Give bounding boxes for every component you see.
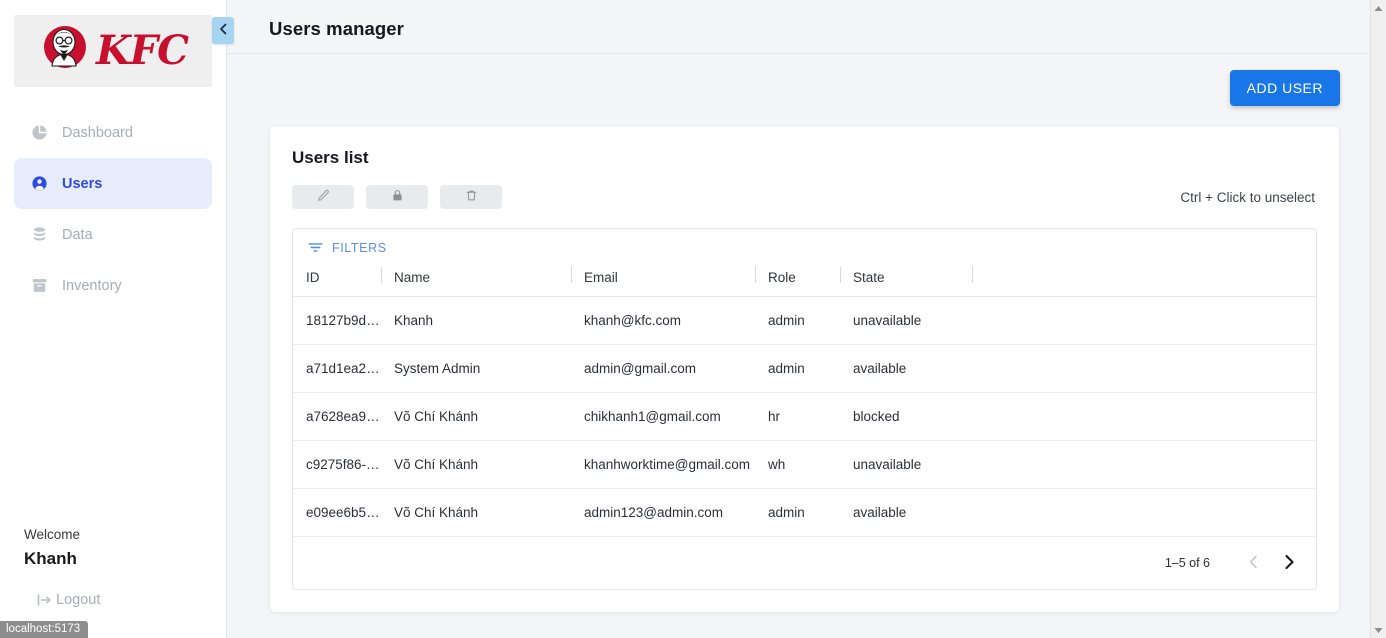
sidebar-item-label: Users xyxy=(62,175,103,192)
chevron-left-icon xyxy=(1249,555,1258,572)
database-icon xyxy=(31,226,48,243)
vertical-scrollbar[interactable] xyxy=(1370,0,1386,638)
cell-name: Khanh xyxy=(381,296,571,345)
cell-email: admin123@admin.com xyxy=(571,488,755,537)
cell-actions xyxy=(972,440,1316,489)
users-table-container: FILTERS ID Name Email Role State 18127b9… xyxy=(292,228,1317,590)
cell-role: admin xyxy=(755,344,840,393)
cell-email: khanhworktime@gmail.com xyxy=(571,440,755,489)
filters-button[interactable]: FILTERS xyxy=(293,229,1316,264)
page-action-bar: ADD USER xyxy=(227,54,1386,106)
cell-actions xyxy=(972,344,1316,393)
lock-icon xyxy=(391,189,404,205)
user-circle-icon xyxy=(31,175,48,192)
app-root: KFC Dashboard Users Data Inventory Welco… xyxy=(0,0,1386,638)
users-table-body: 18127b9d… Khanh khanh@kfc.com admin unav… xyxy=(293,296,1316,537)
lock-user-button[interactable] xyxy=(366,185,428,209)
cell-id: 18127b9d… xyxy=(293,296,381,345)
cell-name: Võ Chí Khánh xyxy=(381,440,571,489)
users-table: ID Name Email Role State 18127b9d… Khanh xyxy=(293,264,1316,537)
cell-state: available xyxy=(840,344,972,393)
logout-label: Logout xyxy=(56,592,101,608)
cell-name: Võ Chí Khánh xyxy=(381,392,571,441)
column-header-state[interactable]: State xyxy=(840,264,972,297)
sidebar: KFC Dashboard Users Data Inventory Welco… xyxy=(0,0,234,638)
cell-actions xyxy=(972,296,1316,345)
table-row[interactable]: a71d1ea2… System Admin admin@gmail.com a… xyxy=(293,344,1316,393)
cell-id: c9275f86-… xyxy=(293,440,381,489)
sidebar-item-dashboard[interactable]: Dashboard xyxy=(14,107,212,158)
add-user-button[interactable]: ADD USER xyxy=(1229,70,1340,106)
cell-email: khanh@kfc.com xyxy=(571,296,755,345)
cell-role: hr xyxy=(755,392,840,441)
sidebar-collapse-toggle[interactable] xyxy=(212,17,234,44)
selection-hint: Ctrl + Click to unselect xyxy=(1180,189,1315,205)
cell-name: System Admin xyxy=(381,344,571,393)
page-header: Users manager xyxy=(227,0,1386,40)
cell-role: wh xyxy=(755,440,840,489)
column-header-role[interactable]: Role xyxy=(755,264,840,297)
trash-icon xyxy=(465,189,478,205)
main-content: Users manager ADD USER Users list Ctrl +… xyxy=(227,0,1386,638)
sidebar-item-label: Dashboard xyxy=(62,124,133,141)
table-pagination: 1–5 of 6 xyxy=(293,537,1316,589)
table-header-row: ID Name Email Role State xyxy=(293,264,1316,297)
cell-name: Võ Chí Khánh xyxy=(381,488,571,537)
cell-state: unavailable xyxy=(840,296,972,345)
cell-email: admin@gmail.com xyxy=(571,344,755,393)
cell-id: e09ee6b5… xyxy=(293,488,381,537)
sidebar-nav: Dashboard Users Data Inventory xyxy=(0,107,226,311)
sidebar-item-data[interactable]: Data xyxy=(14,209,212,260)
logout-button[interactable]: Logout xyxy=(37,592,226,608)
table-row[interactable]: e09ee6b5… Võ Chí Khánh admin123@admin.co… xyxy=(293,488,1316,537)
filters-label: FILTERS xyxy=(332,240,387,255)
table-row[interactable]: a7628ea9… Võ Chí Khánh chikhanh1@gmail.c… xyxy=(293,392,1316,441)
cell-role: admin xyxy=(755,488,840,537)
scroll-up-arrow-icon[interactable] xyxy=(1374,0,1383,16)
cell-id: a71d1ea2… xyxy=(293,344,381,393)
edit-user-button[interactable] xyxy=(292,185,354,209)
current-user-name: Khanh xyxy=(24,549,77,568)
pagination-prev-button[interactable] xyxy=(1238,548,1268,578)
cell-actions xyxy=(972,488,1316,537)
page-title: Users manager xyxy=(269,18,404,39)
cell-state: available xyxy=(840,488,972,537)
cell-state: blocked xyxy=(840,392,972,441)
chevron-left-icon xyxy=(219,22,228,40)
cell-email: chikhanh1@gmail.com xyxy=(571,392,755,441)
browser-status-bar: localhost:5173 xyxy=(0,621,89,638)
cell-id: a7628ea9… xyxy=(293,392,381,441)
filter-funnel-icon xyxy=(307,239,324,256)
delete-user-button[interactable] xyxy=(440,185,502,209)
kfc-colonel-logo-icon xyxy=(38,22,92,81)
cell-actions xyxy=(972,392,1316,441)
sidebar-item-label: Data xyxy=(62,226,93,243)
users-list-card: Users list Ctrl + Click to unselect FILT… xyxy=(269,125,1340,613)
welcome-label: Welcome xyxy=(24,527,81,542)
sidebar-item-inventory[interactable]: Inventory xyxy=(14,260,212,311)
scroll-down-arrow-icon[interactable] xyxy=(1374,622,1383,638)
pie-chart-icon xyxy=(31,124,48,141)
sidebar-item-users[interactable]: Users xyxy=(14,158,212,209)
users-list-title: Users list xyxy=(292,148,369,167)
cell-state: unavailable xyxy=(840,440,972,489)
pagination-range: 1–5 of 6 xyxy=(1164,556,1210,570)
users-table-head: ID Name Email Role State xyxy=(293,264,1316,297)
inventory-box-icon xyxy=(31,277,48,294)
column-header-id[interactable]: ID xyxy=(293,264,381,297)
column-header-name[interactable]: Name xyxy=(381,264,571,297)
column-header-actions[interactable] xyxy=(972,264,1316,297)
sidebar-item-label: Inventory xyxy=(62,277,122,294)
logout-arrow-icon xyxy=(37,593,53,607)
table-row[interactable]: c9275f86-… Võ Chí Khánh khanhworktime@gm… xyxy=(293,440,1316,489)
pencil-icon xyxy=(317,189,330,205)
column-header-email[interactable]: Email xyxy=(571,264,755,297)
brand-logo: KFC xyxy=(14,15,212,87)
brand-wordmark: KFC xyxy=(96,27,189,74)
pagination-next-button[interactable] xyxy=(1274,548,1304,578)
chevron-right-icon xyxy=(1284,554,1295,573)
users-list-toolbar: Ctrl + Click to unselect xyxy=(292,185,1317,209)
cell-role: admin xyxy=(755,296,840,345)
table-row[interactable]: 18127b9d… Khanh khanh@kfc.com admin unav… xyxy=(293,296,1316,345)
